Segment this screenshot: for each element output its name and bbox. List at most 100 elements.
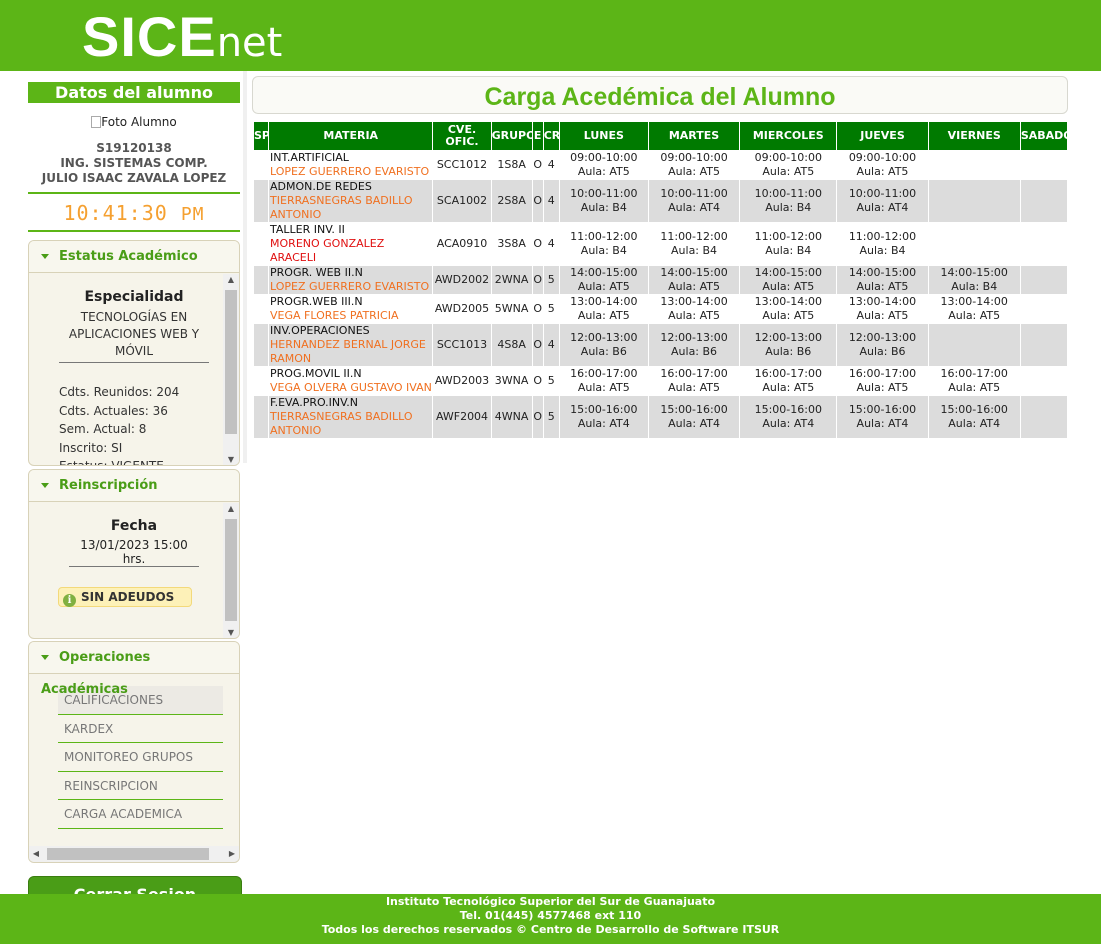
cell-miercoles: 09:00-10:00 Aula: AT5 <box>754 151 822 178</box>
cell-grupo: 4WNA <box>491 396 532 438</box>
reenrollment-header[interactable]: Reinscripción <box>29 470 239 502</box>
cell-cr: 5 <box>547 302 555 315</box>
table-row: INT.ARTIFICIAL LOPEZ GUERRERO EVARISTO SCC… <box>254 151 1067 179</box>
page-title-box: Carga Acedémica del Alumno <box>252 76 1068 114</box>
scroll-right-icon[interactable]: ▶ <box>225 846 239 862</box>
cell-materia: INT.ARTIFICIAL LOPEZ GUERRERO EVARISTO <box>269 151 432 179</box>
cell-cve: AWD2002 <box>433 266 491 294</box>
scroll-thumb[interactable] <box>225 519 237 621</box>
cell-viernes <box>929 223 1020 265</box>
cell-martes: 12:00-13:00 Aula: B6 <box>648 324 740 366</box>
cell-e: O <box>532 396 543 438</box>
sidebar-scrollbar[interactable] <box>243 71 247 463</box>
cell-e: O <box>532 266 543 294</box>
col-header-martes: MARTES <box>648 122 740 150</box>
student-photo: Foto Alumno <box>28 115 240 141</box>
subject-name: INV.OPERACIONES <box>270 324 370 337</box>
col-header-cr: CR <box>543 122 559 150</box>
cell-jueves: 13:00-14:00 Aula: AT5 <box>848 295 917 322</box>
divider <box>28 192 240 194</box>
cell-e: O <box>533 302 543 315</box>
scroll-up-icon[interactable]: ▲ <box>223 503 239 515</box>
subject-name: PROGR.WEB III.N <box>270 295 363 308</box>
date-title: Fecha <box>110 518 158 534</box>
cell-martes: 15:00-16:00 Aula: AT4 <box>648 396 740 438</box>
subject-name: TALLER INV. II <box>270 223 345 236</box>
cell-viernes: 14:00-15:00 Aula: B4 <box>928 266 1020 294</box>
cell-sp <box>254 367 268 395</box>
teacher-name: TIERRASNEGRAS BADILLO ANTONIO <box>270 194 413 221</box>
cell-sp <box>254 295 268 323</box>
cell-materia: ADMON.DE REDES TIERRASNEGRAS BADILLO ANTO… <box>269 180 433 222</box>
col-header-miercoles: MIERCOLES <box>740 122 837 150</box>
cell-martes: 16:00-17:00 Aula: AT5 <box>660 367 728 394</box>
cell-lunes: 15:00-16:00 Aula: AT4 <box>559 396 648 438</box>
operations-menu: CALIFICACIONES KARDEX MONITOREO GRUPOS R… <box>58 686 223 829</box>
menu-item-monitoreo-grupos[interactable]: MONITOREO GRUPOS <box>58 743 223 772</box>
academic-status-header[interactable]: Estatus Académico <box>29 241 239 273</box>
cell-sabado <box>1020 180 1067 222</box>
cell-sabado <box>1021 151 1067 179</box>
site-header: SICEnet <box>0 0 1101 71</box>
subject-name: ADMON.DE REDES <box>270 180 372 193</box>
credits-current: Cdts. Actuales: 36 <box>59 403 168 418</box>
col-header-viernes: VIERNES <box>928 122 1020 150</box>
scroll-up-icon[interactable]: ▲ <box>223 274 239 286</box>
cell-cve: ACA0910 <box>436 237 488 250</box>
status-list: Cdts. Reunidos: 204 Cdts. Actuales: 36 S… <box>59 383 239 465</box>
cell-grupo: 2S8A <box>491 180 532 222</box>
academic-operations-header[interactable]: Operaciones Académicas <box>29 642 239 697</box>
menu-item-calificaciones[interactable]: CALIFICACIONES <box>58 686 223 715</box>
academic-status-panel: Estatus Académico Especialidad TECNOLOGÍ… <box>28 240 240 466</box>
cell-sabado <box>1021 295 1067 323</box>
scroll-left-icon[interactable]: ◀ <box>29 846 43 862</box>
cell-viernes: 13:00-14:00 Aula: AT5 <box>940 295 1008 322</box>
cell-jueves: 14:00-15:00 Aula: AT5 <box>837 266 928 294</box>
cell-sabado <box>1021 223 1067 265</box>
panel-horizontal-scrollbar[interactable]: ◀ ▶ <box>29 846 239 862</box>
cell-jueves: 15:00-16:00 Aula: AT4 <box>837 396 928 438</box>
academic-load-table: SP MATERIA CVE. OFIC. GRUPO E CR LUNES M… <box>253 121 1068 439</box>
cell-cr: 4 <box>547 237 555 250</box>
scroll-thumb[interactable] <box>225 290 237 434</box>
student-sidebar: Datos del alumno Foto Alumno S19120138 I… <box>28 82 240 236</box>
control-number: S19120138 <box>96 141 172 155</box>
cell-grupo: 3S8A <box>497 237 526 250</box>
panel-scrollbar[interactable]: ▲ ▼ <box>223 503 239 638</box>
scroll-down-icon[interactable]: ▼ <box>223 454 239 465</box>
teacher-name: VEGA OLVERA GUSTAVO IVAN <box>270 381 432 394</box>
cell-sabado <box>1020 266 1067 294</box>
cell-jueves: 11:00-12:00 Aula: B4 <box>848 230 917 257</box>
cell-martes: 09:00-10:00 Aula: AT5 <box>660 151 728 178</box>
cell-viernes: 16:00-17:00 Aula: AT5 <box>940 367 1008 394</box>
cell-sabado <box>1021 367 1067 395</box>
panel-scrollbar[interactable]: ▲ ▼ <box>223 274 239 465</box>
table-row: PROGR.WEB III.N VEGA FLORES PATRICIA AWD20… <box>254 295 1067 323</box>
table-row: INV.OPERACIONES HERNANDEZ BERNAL JORGE RA… <box>254 324 1067 366</box>
cell-cve: SCC1012 <box>436 158 488 171</box>
cell-sp <box>254 223 268 265</box>
menu-item-reinscripcion[interactable]: REINSCRIPCION <box>58 771 223 800</box>
cell-martes: 14:00-15:00 Aula: AT5 <box>648 266 740 294</box>
scroll-thumb[interactable] <box>47 848 209 860</box>
teacher-name: LOPEZ GUERRERO EVARISTO <box>270 280 430 293</box>
divider <box>28 230 240 232</box>
cell-grupo: 2WNA <box>491 266 532 294</box>
cell-jueves: 16:00-17:00 Aula: AT5 <box>848 367 917 394</box>
specialty-value: TECNOLOGÍAS EN APLICACIONES WEB Y MÓVIL <box>59 309 209 363</box>
cell-cr: 4 <box>547 158 555 171</box>
broken-image-icon <box>91 116 102 128</box>
cell-lunes: 14:00-15:00 Aula: AT5 <box>559 266 648 294</box>
menu-item-carga-academica[interactable]: CARGA ACADEMICA <box>58 800 223 829</box>
menu-item-kardex[interactable]: KARDEX <box>58 714 223 743</box>
specialty-title: Especialidad <box>84 289 184 305</box>
sicenet-logo[interactable]: SICEnet <box>82 4 282 69</box>
career: ING. SISTEMAS COMP. <box>60 156 208 170</box>
teacher-name: LOPEZ GUERRERO EVARISTO <box>270 165 430 178</box>
student-name: JULIO ISAAC ZAVALA LOPEZ <box>41 171 227 185</box>
cell-sabado <box>1020 324 1067 366</box>
cell-cr: 4 <box>543 180 559 222</box>
cell-materia: TALLER INV. II MORENO GONZALEZ ARACELI <box>269 223 432 265</box>
cell-viernes <box>928 180 1020 222</box>
scroll-down-icon[interactable]: ▼ <box>223 627 239 638</box>
